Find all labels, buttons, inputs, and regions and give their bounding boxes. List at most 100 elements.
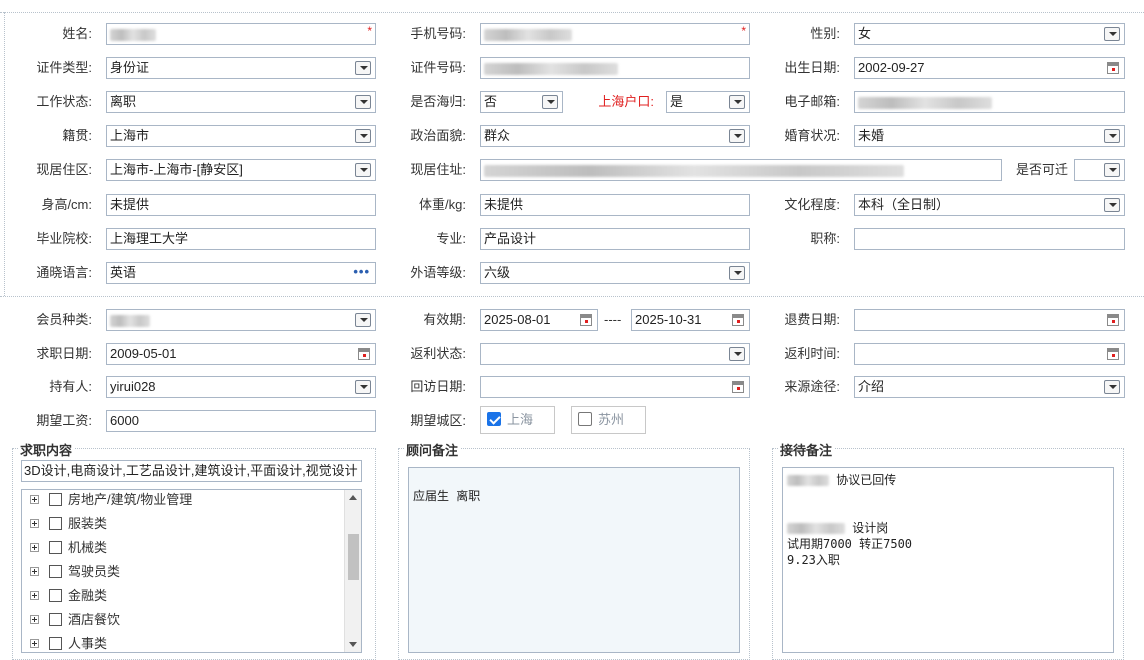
dropdown-arrow-icon[interactable] xyxy=(729,95,745,109)
checkbox-icon[interactable] xyxy=(578,412,592,426)
checkbox-icon[interactable] xyxy=(49,589,62,602)
checkbox-icon[interactable] xyxy=(49,565,62,578)
city-option-shanghai[interactable]: 上海 xyxy=(480,406,555,434)
language-input[interactable]: 英语 ••• xyxy=(106,262,376,284)
dropdown-arrow-icon[interactable] xyxy=(729,129,745,143)
phone-redacted xyxy=(484,28,572,41)
tree-item[interactable]: 驾驶员类 xyxy=(30,560,120,584)
more-options-icon[interactable]: ••• xyxy=(353,263,370,281)
email-input[interactable] xyxy=(854,91,1125,113)
holder-select[interactable]: yirui028 xyxy=(106,376,376,398)
expand-icon[interactable] xyxy=(30,519,39,528)
rebate-status-select[interactable] xyxy=(480,343,750,365)
dropdown-arrow-icon[interactable] xyxy=(355,163,371,177)
political-select[interactable]: 群众 xyxy=(480,125,750,147)
checkbox-icon[interactable] xyxy=(49,517,62,530)
dropdown-arrow-icon[interactable] xyxy=(1104,27,1120,41)
work-status-select[interactable]: 离职 xyxy=(106,91,376,113)
dropdown-arrow-icon[interactable] xyxy=(729,266,745,280)
dropdown-arrow-icon[interactable] xyxy=(1104,163,1120,177)
title-input[interactable] xyxy=(854,228,1125,250)
address-input[interactable] xyxy=(480,159,1002,181)
scroll-thumb[interactable] xyxy=(348,534,359,580)
calendar-icon[interactable] xyxy=(1107,62,1119,74)
scroll-down-icon[interactable] xyxy=(349,642,357,647)
calendar-icon[interactable] xyxy=(580,314,592,326)
education-select[interactable]: 本科（全日制） xyxy=(854,194,1125,216)
source-select[interactable]: 介绍 xyxy=(854,376,1125,398)
checkbox-icon[interactable] xyxy=(49,613,62,626)
relocate-select[interactable] xyxy=(1074,159,1125,181)
phone-input[interactable]: * xyxy=(480,23,750,45)
work-status-value: 离职 xyxy=(110,94,137,109)
dropdown-arrow-icon[interactable] xyxy=(355,95,371,109)
expand-icon[interactable] xyxy=(30,543,39,552)
expand-icon[interactable] xyxy=(30,567,39,576)
valid-to-input[interactable]: 2025-10-31 xyxy=(631,309,750,331)
job-content-summary[interactable]: 3D设计,电商设计,工艺品设计,建筑设计,平面设计,视觉设计 xyxy=(21,460,362,482)
dropdown-arrow-icon[interactable] xyxy=(355,129,371,143)
valid-from-input[interactable]: 2025-08-01 xyxy=(480,309,598,331)
tree-item[interactable]: 服装类 xyxy=(30,512,107,536)
dropdown-arrow-icon[interactable] xyxy=(729,347,745,361)
marital-select[interactable]: 未婚 xyxy=(854,125,1125,147)
dropdown-arrow-icon[interactable] xyxy=(355,61,371,75)
checkbox-icon[interactable] xyxy=(49,541,62,554)
name-input[interactable]: * xyxy=(106,23,376,45)
dropdown-arrow-icon[interactable] xyxy=(1104,198,1120,212)
dropdown-arrow-icon[interactable] xyxy=(355,380,371,394)
email-label: 电子邮箱: xyxy=(784,94,840,109)
tree-scrollbar[interactable] xyxy=(344,490,361,652)
refund-date-input[interactable] xyxy=(854,309,1125,331)
dropdown-arrow-icon[interactable] xyxy=(1104,129,1120,143)
salary-input[interactable]: 6000 xyxy=(106,410,376,432)
tree-item[interactable]: 机械类 xyxy=(30,536,107,560)
dropdown-arrow-icon[interactable] xyxy=(355,313,371,327)
sh-hukou-value: 是 xyxy=(670,94,684,109)
checkbox-checked-icon[interactable] xyxy=(487,412,501,426)
id-type-select[interactable]: 身份证 xyxy=(106,57,376,79)
id-no-input[interactable] xyxy=(480,57,750,79)
expand-icon[interactable] xyxy=(30,639,39,648)
tree-item[interactable]: 人事类 xyxy=(30,632,107,656)
sh-hukou-label: 上海户口: xyxy=(598,94,654,109)
height-input[interactable]: 未提供 xyxy=(106,194,376,216)
reception-notes-textarea[interactable]: 协议已回传 设计岗 试用期7000 转正7500 9.23入职 xyxy=(782,467,1114,653)
checkbox-icon[interactable] xyxy=(49,493,62,506)
gender-select[interactable]: 女 xyxy=(854,23,1125,45)
job-date-input[interactable]: 2009-05-01 xyxy=(106,343,376,365)
major-input[interactable]: 产品设计 xyxy=(480,228,750,250)
tree-item[interactable]: 酒店餐饮 xyxy=(30,608,120,632)
city-option-suzhou[interactable]: 苏州 xyxy=(571,406,646,434)
top-divider xyxy=(0,12,1144,13)
calendar-icon[interactable] xyxy=(1107,348,1119,360)
calendar-icon[interactable] xyxy=(1107,314,1119,326)
birth-date-input[interactable]: 2002-09-27 xyxy=(854,57,1125,79)
scroll-up-icon[interactable] xyxy=(349,495,357,500)
calendar-icon[interactable] xyxy=(732,314,744,326)
residence-label: 现居住区: xyxy=(36,162,92,177)
job-category-tree[interactable]: 房地产/建筑/物业管理 服装类 机械类 驾驶员类 金融类 酒店餐饮 人事类 xyxy=(21,489,362,653)
expand-icon[interactable] xyxy=(30,495,39,504)
calendar-icon[interactable] xyxy=(732,381,744,393)
weight-input[interactable]: 未提供 xyxy=(480,194,750,216)
tree-item[interactable]: 房地产/建筑/物业管理 xyxy=(30,488,192,512)
calendar-icon[interactable] xyxy=(358,348,370,360)
tree-item[interactable]: 金融类 xyxy=(30,584,107,608)
expand-icon[interactable] xyxy=(30,591,39,600)
rebate-time-input[interactable] xyxy=(854,343,1125,365)
checkbox-icon[interactable] xyxy=(49,637,62,650)
sh-hukou-select[interactable]: 是 xyxy=(666,91,750,113)
native-select[interactable]: 上海市 xyxy=(106,125,376,147)
dropdown-arrow-icon[interactable] xyxy=(1104,380,1120,394)
foreign-level-select[interactable]: 六级 xyxy=(480,262,750,284)
advisor-notes-textarea[interactable]: 应届生 离职 xyxy=(408,467,740,653)
residence-select[interactable]: 上海市-上海市-[静安区] xyxy=(106,159,376,181)
expand-icon[interactable] xyxy=(30,615,39,624)
returnee-select[interactable]: 否 xyxy=(480,91,563,113)
visit-date-input[interactable] xyxy=(480,376,750,398)
left-border xyxy=(4,12,5,296)
member-type-select[interactable] xyxy=(106,309,376,331)
school-input[interactable]: 上海理工大学 xyxy=(106,228,376,250)
dropdown-arrow-icon[interactable] xyxy=(542,95,558,109)
